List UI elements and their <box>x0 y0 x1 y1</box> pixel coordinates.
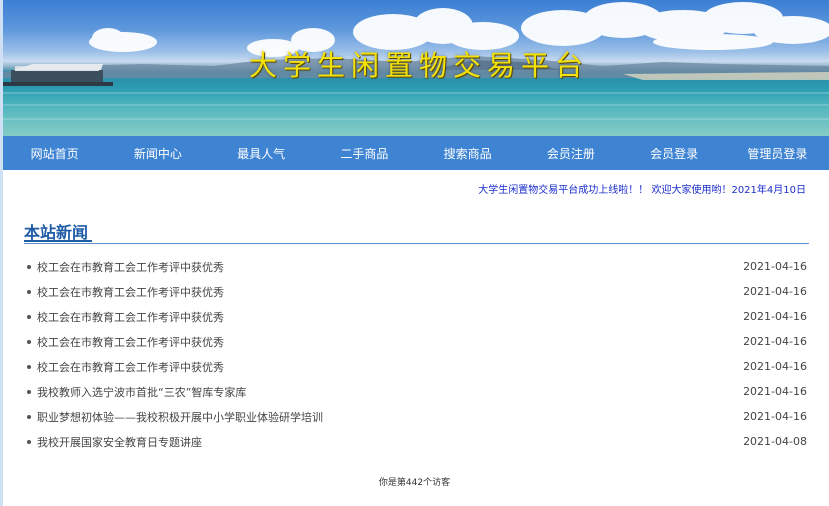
news-title-link[interactable]: 校工会在市教育工会工作考评中获优秀 <box>37 284 224 300</box>
nav-item-news[interactable]: 新闻中心 <box>106 145 209 162</box>
bullet-icon <box>27 339 31 344</box>
bullet-icon <box>27 264 31 269</box>
bullet-icon <box>27 314 31 319</box>
bullet-icon <box>27 364 31 369</box>
news-title-link[interactable]: 校工会在市教育工会工作考评中获优秀 <box>37 309 224 325</box>
news-list: 校工会在市教育工会工作考评中获优秀 2021-04-16 校工会在市教育工会工作… <box>24 254 809 454</box>
news-title-link[interactable]: 校工会在市教育工会工作考评中获优秀 <box>37 259 224 275</box>
list-item: 校工会在市教育工会工作考评中获优秀 2021-04-16 <box>24 254 809 279</box>
header-banner: 大学生闲置物交易平台 <box>3 0 829 136</box>
nav-item-secondhand[interactable]: 二手商品 <box>313 145 416 162</box>
list-item: 职业梦想初体验——我校积极开展中小学职业体验研学培训 2021-04-16 <box>24 404 809 429</box>
site-title: 大学生闲置物交易平台 <box>248 49 589 82</box>
announcement-marquee: 大学生闲置物交易平台成功上线啦！！ 欢迎大家使用哟！2021年4月10日 <box>478 185 806 196</box>
nav-item-admin-login[interactable]: 管理员登录 <box>726 145 829 162</box>
list-item: 我校教师入选宁波市首批“三农”智库专家库 2021-04-16 <box>24 379 809 404</box>
list-item: 校工会在市教育工会工作考评中获优秀 2021-04-16 <box>24 279 809 304</box>
nav-item-popular[interactable]: 最具人气 <box>210 145 313 162</box>
news-date: 2021-04-08 <box>743 435 807 448</box>
heading-divider <box>24 243 809 244</box>
nav-item-login[interactable]: 会员登录 <box>623 145 726 162</box>
list-item: 校工会在市教育工会工作考评中获优秀 2021-04-16 <box>24 304 809 329</box>
bullet-icon <box>27 289 31 294</box>
heading-accent-bar <box>24 240 92 242</box>
news-date: 2021-04-16 <box>743 285 807 298</box>
nav-item-search[interactable]: 搜索商品 <box>416 145 519 162</box>
list-item: 我校开展国家安全教育日专题讲座 2021-04-08 <box>24 429 809 454</box>
news-title-link[interactable]: 我校开展国家安全教育日专题讲座 <box>37 434 202 450</box>
bullet-icon <box>27 389 31 394</box>
bullet-icon <box>27 439 31 444</box>
main-nav: 网站首页 新闻中心 最具人气 二手商品 搜索商品 会员注册 会员登录 管理员登录 <box>3 136 829 170</box>
news-date: 2021-04-16 <box>743 360 807 373</box>
news-date: 2021-04-16 <box>743 410 807 423</box>
news-title-link[interactable]: 校工会在市教育工会工作考评中获优秀 <box>37 334 224 350</box>
nav-item-home[interactable]: 网站首页 <box>3 145 106 162</box>
news-title-link[interactable]: 我校教师入选宁波市首批“三农”智库专家库 <box>37 384 246 400</box>
news-date: 2021-04-16 <box>743 260 807 273</box>
news-date: 2021-04-16 <box>743 385 807 398</box>
visitor-counter: 你是第442个访客 <box>378 478 451 488</box>
list-item: 校工会在市教育工会工作考评中获优秀 2021-04-16 <box>24 329 809 354</box>
news-title-link[interactable]: 职业梦想初体验——我校积极开展中小学职业体验研学培训 <box>37 409 323 425</box>
nav-item-register[interactable]: 会员注册 <box>519 145 622 162</box>
news-date: 2021-04-16 <box>743 310 807 323</box>
news-title-link[interactable]: 校工会在市教育工会工作考评中获优秀 <box>37 359 224 375</box>
list-item: 校工会在市教育工会工作考评中获优秀 2021-04-16 <box>24 354 809 379</box>
bullet-icon <box>27 414 31 419</box>
news-date: 2021-04-16 <box>743 335 807 348</box>
